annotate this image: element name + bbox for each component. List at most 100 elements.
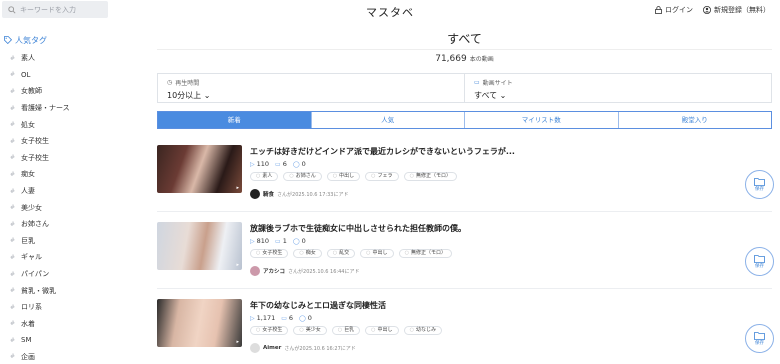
save-button[interactable]: 保存 bbox=[745, 324, 774, 353]
tab-mylist[interactable]: マイリスト数 bbox=[464, 112, 618, 128]
video-title[interactable]: 年下の幼なじみとエロ過ぎな同棲性活 bbox=[250, 300, 386, 311]
sidebar-tag-item[interactable]: # 巨乳 bbox=[0, 233, 150, 250]
sidebar-tag-item[interactable]: # 美少女 bbox=[0, 199, 150, 216]
uploader: 騎食 さんが2025.10.6 17:33にアド bbox=[250, 189, 348, 199]
views-count: 810 bbox=[256, 237, 270, 245]
lock-icon bbox=[655, 6, 662, 14]
popular-tags-title: 人気タグ bbox=[0, 30, 150, 50]
register-link[interactable]: 新規登録（無料） bbox=[703, 5, 770, 15]
avatar[interactable] bbox=[250, 343, 260, 353]
video-tag[interactable]: ○ 痴女 bbox=[293, 249, 322, 258]
folder-icon bbox=[754, 332, 765, 340]
video-thumbnail[interactable]: ▸ bbox=[157, 299, 242, 347]
video-thumbnail[interactable]: ▸ bbox=[157, 145, 242, 193]
video-thumbnail[interactable]: ▸ bbox=[157, 222, 242, 270]
video-tag[interactable]: ○ フェラ bbox=[365, 172, 399, 181]
user-icon bbox=[703, 6, 711, 14]
save-button[interactable]: 保存 bbox=[745, 247, 774, 276]
video-title[interactable]: 放課後ラブホで生徒痴女に中出しさせられた担任教師の僕。 bbox=[250, 223, 466, 234]
sidebar-tag-item[interactable]: # お姉さん bbox=[0, 216, 150, 233]
sidebar-tag-item[interactable]: # 処女 bbox=[0, 116, 150, 133]
video-tag-label: お姉さん bbox=[295, 173, 316, 179]
mylist-count: 6 bbox=[282, 160, 287, 168]
sidebar-tag-item[interactable]: # 看護婦・ナース bbox=[0, 100, 150, 117]
login-link[interactable]: ログイン bbox=[655, 5, 693, 15]
register-label: 新規登録（無料） bbox=[714, 6, 770, 14]
video-tag[interactable]: ○ 中出し bbox=[360, 249, 394, 258]
video-tag[interactable]: ○ 乱交 bbox=[326, 249, 356, 258]
video-tag[interactable]: ○ 中出し bbox=[326, 172, 361, 181]
tab-new[interactable]: 新着 bbox=[158, 112, 311, 128]
clock-icon: ◷ bbox=[167, 79, 173, 86]
video-tag[interactable]: ○ 素人 bbox=[250, 172, 279, 181]
avatar[interactable] bbox=[250, 189, 260, 199]
filter-bar: ◷ 再生時間 10分以上 ⌄ ▭ 動画サイト すべて ⌄ bbox=[157, 73, 772, 103]
video-item: ▸ 年下の幼なじみとエロ過ぎな同棲性活 ▷ 1,171 ▭ 6 ◯ 0 ○ 女子校生 ○ 美少女 ○ 巨乳… bbox=[157, 299, 774, 364]
sidebar-tag-item[interactable]: # 貧乳・微乳 bbox=[0, 282, 150, 299]
video-tag[interactable]: ○ 幼なじみ bbox=[403, 326, 442, 335]
sidebar-tag-item[interactable]: # パイパン bbox=[0, 266, 150, 283]
hash-icon: # bbox=[10, 204, 16, 212]
video-tag[interactable]: ○ 中出し bbox=[365, 326, 399, 335]
sidebar-tag-item[interactable]: # 企画 bbox=[0, 349, 150, 364]
sidebar-tag-label: ギャル bbox=[21, 253, 43, 262]
sidebar-tag-item[interactable]: # 女教師 bbox=[0, 83, 150, 100]
video-tag[interactable]: ○ 無修正（モロ） bbox=[398, 249, 452, 258]
hash-icon: # bbox=[10, 170, 16, 178]
tab-hall-of-fame[interactable]: 殿堂入り bbox=[617, 112, 772, 128]
dot-icon: ○ bbox=[299, 327, 304, 333]
video-tag[interactable]: ○ お姉さん bbox=[283, 172, 322, 181]
video-tag-label: 巨乳 bbox=[344, 327, 355, 333]
video-tag[interactable]: ○ 美少女 bbox=[293, 326, 327, 335]
video-tag-label: 痴女 bbox=[305, 250, 316, 256]
sidebar-tag-item[interactable]: # 人妻 bbox=[0, 183, 150, 200]
save-label: 保存 bbox=[755, 341, 764, 346]
video-tag[interactable]: ○ 女子校生 bbox=[250, 326, 289, 335]
dot-icon: ○ bbox=[409, 173, 414, 179]
tab-popular[interactable]: 人気 bbox=[310, 112, 465, 128]
uploader-name[interactable]: アカシコ bbox=[263, 267, 285, 275]
mylist-count: 6 bbox=[288, 314, 294, 322]
site-filter[interactable]: ▭ 動画サイト すべて ⌄ bbox=[464, 74, 771, 102]
video-tag[interactable]: ○ 無修正（モロ） bbox=[403, 172, 457, 181]
sidebar-tag-item[interactable]: # 女子校生 bbox=[0, 133, 150, 150]
duration-filter[interactable]: ◷ 再生時間 10分以上 ⌄ bbox=[158, 74, 464, 102]
dot-icon: ○ bbox=[366, 250, 371, 256]
video-tag[interactable]: ○ 女子校生 bbox=[250, 249, 289, 258]
play-icon: ▸ bbox=[236, 339, 239, 345]
dot-icon: ○ bbox=[256, 250, 261, 256]
dot-icon: ○ bbox=[371, 327, 376, 333]
save-button[interactable]: 保存 bbox=[745, 170, 774, 199]
sidebar-tag-label: 水着 bbox=[21, 319, 36, 328]
views-count: 1,171 bbox=[256, 314, 276, 322]
sidebar-tag-item[interactable]: # OL bbox=[0, 67, 150, 84]
dot-icon: ○ bbox=[256, 173, 261, 179]
divider bbox=[157, 288, 772, 289]
sidebar-tag-item[interactable]: # 素人 bbox=[0, 50, 150, 67]
dot-icon: ○ bbox=[332, 173, 338, 179]
sidebar-tag-item[interactable]: # 女子校生 bbox=[0, 150, 150, 167]
uploader-name[interactable]: Aimer bbox=[263, 345, 281, 351]
tag-list: # 素人 # OL # 女教師 # 看護婦・ナース # 処女 # 女子校生 # 女子校生 # 痴女 # 人妻 # 美少… bbox=[0, 50, 150, 364]
sidebar-tag-label: SM bbox=[21, 336, 32, 345]
comment-icon: ◯ bbox=[292, 160, 300, 168]
sidebar-tag-item[interactable]: # 痴女 bbox=[0, 166, 150, 183]
video-tag-label: 無修正（モロ） bbox=[415, 173, 451, 179]
sidebar-tag-item[interactable]: # 水着 bbox=[0, 316, 150, 333]
folder-icon bbox=[754, 255, 765, 263]
uploader-name[interactable]: 騎食 bbox=[263, 190, 274, 198]
header: マスタベ ログイン 新規登録（無料） bbox=[0, 0, 780, 22]
views-icon: ▷ bbox=[250, 314, 255, 322]
sidebar-tag-label: お姉さん bbox=[21, 220, 50, 229]
video-tag[interactable]: ○ 巨乳 bbox=[331, 326, 361, 335]
sidebar-tag-item[interactable]: # ギャル bbox=[0, 249, 150, 266]
dot-icon: ○ bbox=[289, 173, 294, 179]
video-tag-label: 女子校生 bbox=[262, 250, 283, 256]
sidebar-tag-label: 痴女 bbox=[21, 170, 36, 179]
sidebar-tag-item[interactable]: # SM bbox=[0, 332, 150, 349]
main-content: すべて 71,669 本の動画 ◷ 再生時間 10分以上 ⌄ ▭ 動画サイト すべて … bbox=[157, 30, 774, 353]
avatar[interactable] bbox=[250, 266, 260, 276]
video-title[interactable]: エッチは好きだけどインドア派で最近カレシができないというフェラが... bbox=[250, 146, 515, 157]
video-item: ▸ エッチは好きだけどインドア派で最近カレシができないというフェラが... ▷ 110… bbox=[157, 145, 774, 215]
sidebar-tag-item[interactable]: # ロリ系 bbox=[0, 299, 150, 316]
